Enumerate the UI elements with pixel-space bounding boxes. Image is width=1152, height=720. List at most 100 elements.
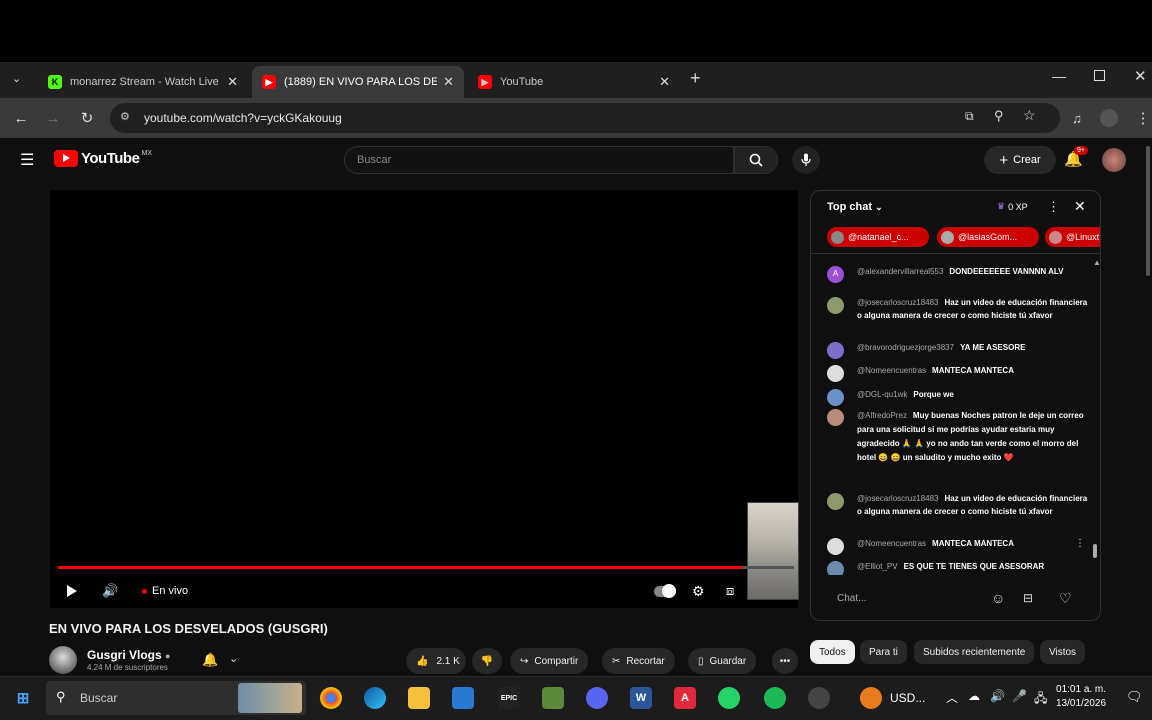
tray-chevron-icon[interactable]: ︿: [946, 689, 958, 706]
access-icon[interactable]: A: [674, 687, 696, 709]
discord-icon[interactable]: [586, 687, 608, 709]
filter-chip-watched[interactable]: Vistos: [1040, 640, 1086, 664]
chat-mode-dropdown[interactable]: Top chat ⌄: [827, 201, 883, 213]
voice-search-button[interactable]: [792, 146, 820, 174]
chat-input[interactable]: Chat... ☺ ⊟ ♡: [827, 589, 1087, 611]
scroll-up-icon[interactable]: ▲: [1093, 258, 1100, 267]
reload-icon[interactable]: ↻: [76, 107, 98, 129]
chat-options-kebab-icon[interactable]: ⋮: [1047, 199, 1060, 215]
search-button[interactable]: [734, 146, 778, 174]
volume-icon[interactable]: 🔊: [102, 582, 118, 600]
progress-bar-remaining[interactable]: [742, 566, 794, 569]
share-button[interactable]: ↪ Compartir: [510, 648, 589, 674]
chat-mode-label: Top chat: [827, 201, 873, 213]
account-avatar[interactable]: [1102, 148, 1126, 172]
zoom-icon[interactable]: ⚲: [994, 108, 1004, 124]
epic-games-icon[interactable]: EPIC: [498, 687, 520, 709]
autoplay-toggle[interactable]: [654, 582, 676, 600]
message-kebab-icon[interactable]: ⋮: [1075, 538, 1085, 551]
minimize-icon[interactable]: —: [1052, 68, 1066, 84]
back-arrow-icon[interactable]: ←: [10, 107, 32, 129]
media-control-icon[interactable]: ♫: [1066, 107, 1088, 129]
chat-message[interactable]: A @alexandervillarreal553 DONDEEEEEEE VAN…: [827, 266, 1089, 283]
pinned-user-chip[interactable]: @lasiasGom...: [937, 227, 1039, 247]
chat-message[interactable]: @bravorodriguezjorge3837 YA ME ASESORE: [827, 342, 1089, 359]
minecraft-icon[interactable]: [542, 687, 564, 709]
channel-name[interactable]: Gusgri Vlogs ●: [87, 648, 170, 662]
search-input[interactable]: Buscar: [344, 146, 734, 174]
taskbar-clock[interactable]: 01:01 a. m. 13/01/2026: [1056, 683, 1106, 711]
word-icon[interactable]: W: [630, 687, 652, 709]
close-icon[interactable]: ✕: [227, 74, 238, 90]
chat-message[interactable]: @Nomeencuentras MANTECA MANTECA: [827, 365, 1089, 382]
filter-chip-for-you[interactable]: Para ti: [860, 640, 907, 664]
currency-widget-icon[interactable]: [860, 687, 882, 709]
chat-message[interactable]: @DGL-qu1wk Porque we: [827, 389, 1089, 406]
channel-avatar[interactable]: [49, 646, 77, 674]
dislike-button[interactable]: 👎: [472, 648, 502, 674]
hamburger-menu-icon[interactable]: ☰: [20, 150, 34, 170]
network-icon[interactable]: 🖧: [1034, 689, 1047, 710]
xp-badge[interactable]: ♛ 0 XP: [997, 201, 1028, 212]
settings-gear-icon[interactable]: ⚙: [692, 582, 705, 600]
chat-message[interactable]: @Elliot_PV ES QUE TE TIENES QUE ASESORAR: [827, 561, 1089, 575]
tab-search-chevron-icon[interactable]: ⌄: [12, 72, 21, 85]
forward-arrow-icon[interactable]: →: [42, 107, 64, 129]
create-button[interactable]: + Crear: [984, 146, 1056, 174]
video-player[interactable]: 🔊 En vivo ⚙ ⧈: [50, 190, 799, 608]
window-close-icon[interactable]: ✕: [1134, 67, 1147, 85]
progress-bar-played[interactable]: [58, 566, 742, 569]
profile-avatar[interactable]: [1100, 109, 1118, 127]
close-icon[interactable]: ✕: [659, 74, 670, 90]
taskbar-search-input[interactable]: ⚲ Buscar: [46, 681, 306, 715]
mic-tray-icon[interactable]: 🎤: [1012, 689, 1027, 703]
speaker-icon[interactable]: 🔊: [990, 689, 1005, 703]
close-icon[interactable]: ✕: [443, 74, 454, 90]
chat-message[interactable]: @Nomeencuentras MANTECA MANTECA ⋮: [827, 538, 1089, 555]
address-bar[interactable]: ⚙ youtube.com/watch?v=yckGKakouug ⧉ ⚲ ☆: [110, 103, 1060, 133]
whatsapp-icon[interactable]: [718, 687, 740, 709]
emoji-icon[interactable]: ☺: [991, 590, 1005, 606]
currency-widget-text[interactable]: USD...: [890, 691, 925, 705]
new-tab-plus-icon[interactable]: +: [690, 68, 701, 89]
chevron-down-icon[interactable]: ⌄: [229, 652, 238, 665]
file-explorer-icon[interactable]: [408, 687, 430, 709]
bell-subscription-icon[interactable]: 🔔: [202, 652, 218, 668]
page-scrollbar[interactable]: [1146, 146, 1150, 276]
install-app-icon[interactable]: ⧉: [965, 109, 974, 124]
filter-chip-recent[interactable]: Subidos recientemente: [914, 640, 1035, 664]
chat-message[interactable]: @josecarloscruz18483 Haz un video de educ…: [827, 493, 1089, 518]
tab-youtube[interactable]: ▶ YouTube ✕: [468, 66, 680, 98]
close-chat-icon[interactable]: ✕: [1074, 198, 1086, 215]
heart-icon[interactable]: ♡: [1059, 590, 1072, 607]
edge-icon[interactable]: [364, 687, 386, 709]
chat-message[interactable]: @AlfredoPrez Muy buenas Noches patron le …: [827, 409, 1089, 465]
filter-chip-all[interactable]: Todos: [810, 640, 855, 664]
pinned-user-chip[interactable]: @Linuxt: [1045, 227, 1100, 247]
more-actions-button[interactable]: •••: [772, 648, 798, 674]
super-chat-icon[interactable]: ⊟: [1023, 591, 1033, 605]
chat-message[interactable]: @josecarloscruz18483 Haz un video de educ…: [827, 297, 1089, 322]
spotify-icon[interactable]: [764, 687, 786, 709]
play-button[interactable]: [66, 582, 78, 600]
miniplayer-icon[interactable]: ⧈: [726, 582, 734, 600]
windows-start-icon[interactable]: ⊞: [12, 687, 34, 709]
pinned-user-chip[interactable]: @natanael_c...: [827, 227, 929, 247]
like-button[interactable]: 👍 2.1 K: [406, 648, 466, 674]
save-button[interactable]: ▯ Guardar: [688, 648, 757, 674]
tab-youtube-live[interactable]: ▶ (1889) EN VIVO PARA LOS DESV ✕: [252, 66, 464, 98]
chrome-icon[interactable]: [320, 687, 342, 709]
notification-center-icon[interactable]: 🗨: [1126, 689, 1143, 705]
cloud-icon[interactable]: ☁: [968, 689, 980, 703]
store-icon[interactable]: [452, 687, 474, 709]
chat-scrollbar[interactable]: [1093, 544, 1097, 558]
youtube-logo[interactable]: YouTube MX: [54, 150, 152, 167]
obs-icon[interactable]: [808, 687, 830, 709]
bookmark-star-icon[interactable]: ☆: [1023, 107, 1036, 124]
live-indicator[interactable]: En vivo: [142, 582, 188, 600]
menu-kebab-icon[interactable]: ⋮: [1132, 107, 1152, 129]
site-info-icon[interactable]: ⚙: [120, 110, 130, 123]
restore-icon[interactable]: [1094, 70, 1105, 81]
tab-kick[interactable]: K monarrez Stream - Watch Live o ✕: [38, 66, 248, 98]
clip-button[interactable]: ✂ Recortar: [602, 648, 675, 674]
